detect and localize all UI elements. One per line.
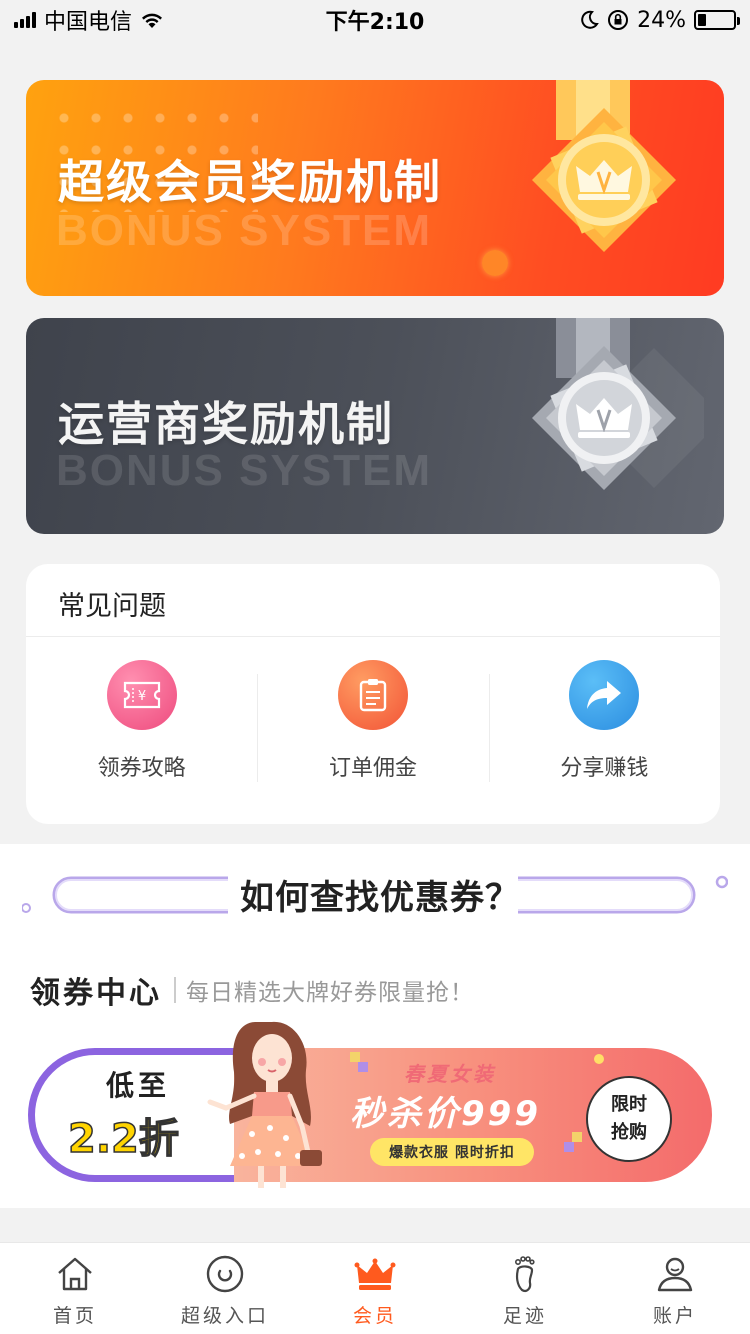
coupon-icon: ¥ <box>106 660 177 730</box>
battery-percent: 24% <box>637 7 686 33</box>
banner-subtitle: BONUS SYSTEM <box>56 206 433 255</box>
tab-home[interactable]: 首页 <box>0 1243 150 1334</box>
wifi-icon <box>142 13 163 28</box>
faq-card: 常见问题 ¥ 领券攻略 订单佣金 分享赚钱 <box>26 564 720 824</box>
portal-icon <box>206 1255 244 1293</box>
banner-title: 运营商奖励机制 <box>58 397 394 451</box>
faq-item-coupon-guide[interactable]: ¥ 领券攻略 <box>26 660 257 790</box>
rotation-lock-icon <box>608 10 629 30</box>
tab-label: 超级入口 <box>180 1305 269 1327</box>
promo-price: 秒杀价999 <box>350 1094 541 1134</box>
limited-time-badge: 限时 抢购 <box>586 1076 672 1162</box>
promo-tag: 爆款衣服 限时折扣 <box>370 1138 534 1166</box>
order-icon <box>337 660 408 730</box>
dot-decoration <box>594 1054 604 1064</box>
tab-member[interactable]: 会员 <box>300 1243 450 1334</box>
faq-item-label: 订单佣金 <box>328 756 417 781</box>
status-left: 中国电信 <box>14 4 164 36</box>
faq-title: 常见问题 <box>58 591 166 622</box>
tab-super-portal[interactable]: 超级入口 <box>150 1243 300 1334</box>
banner-title: 超级会员奖励机制 <box>58 155 442 209</box>
tab-footprint[interactable]: 足迹 <box>450 1243 600 1334</box>
coupon-center-subtitle: 每日精选大牌好券限量抢！ <box>186 980 474 1006</box>
tab-label: 会员 <box>352 1305 397 1327</box>
faq-item-share-earn[interactable]: 分享赚钱 <box>488 660 720 790</box>
gold-medal-icon <box>532 80 676 252</box>
promo-season: 春夏女装 <box>404 1062 496 1086</box>
badge-line-2: 抢购 <box>611 1122 647 1143</box>
divider <box>26 636 720 637</box>
how-to-title: 如何查找优惠券？ <box>240 878 520 918</box>
moon-icon <box>581 10 599 29</box>
footprint-icon <box>515 1256 535 1292</box>
status-right: 24% <box>579 7 740 33</box>
separator <box>174 977 176 1003</box>
faq-item-label: 分享赚钱 <box>560 756 649 781</box>
square-decoration <box>564 1142 574 1152</box>
promo-banner[interactable]: 低至 2.2折 春夏女装 秒杀价999 爆款衣服 限时折扣 限时 抢购 <box>28 1021 712 1188</box>
home-icon <box>58 1257 92 1291</box>
signal-icon <box>14 12 36 28</box>
status-bar: 中国电信 下午2:10 24% <box>0 0 750 40</box>
svg-text:¥: ¥ <box>138 689 146 704</box>
super-member-banner[interactable]: 超级会员奖励机制 BONUS SYSTEM <box>26 80 724 296</box>
share-icon <box>569 660 640 730</box>
status-time: 下午2:10 <box>325 10 425 35</box>
silver-medal-icon <box>532 318 704 490</box>
coupon-center-title: 领券中心 <box>30 976 162 1011</box>
battery-icon <box>694 10 740 30</box>
tab-label: 足迹 <box>502 1305 547 1327</box>
tab-account[interactable]: 账户 <box>600 1243 750 1334</box>
tab-label: 首页 <box>52 1305 97 1327</box>
user-icon <box>657 1257 693 1292</box>
faq-items: ¥ 领券攻略 订单佣金 分享赚钱 <box>26 660 720 790</box>
badge-line-1: 限时 <box>611 1094 647 1115</box>
square-decoration <box>358 1062 368 1072</box>
battery-fill <box>698 14 707 26</box>
operator-banner[interactable]: 运营商奖励机制 BONUS SYSTEM <box>26 318 724 534</box>
square-decoration <box>350 1052 360 1062</box>
tab-label: 账户 <box>652 1305 697 1327</box>
model-illustration <box>207 1021 322 1188</box>
coupon-section: 如何查找优惠券？ 领券中心 每日精选大牌好券限量抢！ 低至 2.2折 春夏女装 … <box>0 844 750 1208</box>
square-decoration <box>572 1132 582 1142</box>
crown-icon <box>354 1258 396 1290</box>
banner-subtitle: BONUS SYSTEM <box>56 446 433 495</box>
carrier-label: 中国电信 <box>44 10 133 35</box>
coupon-center-header: 领券中心 每日精选大牌好券限量抢！ <box>30 968 474 1012</box>
promo-discount: 2.2折 <box>67 1115 179 1163</box>
faq-item-label: 领券攻略 <box>97 756 186 781</box>
tab-bar: 首页 超级入口 会员 足迹 账户 <box>0 1242 750 1334</box>
faq-item-order-commission[interactable]: 订单佣金 <box>257 660 488 790</box>
promo-low-to: 低至 <box>106 1069 171 1102</box>
